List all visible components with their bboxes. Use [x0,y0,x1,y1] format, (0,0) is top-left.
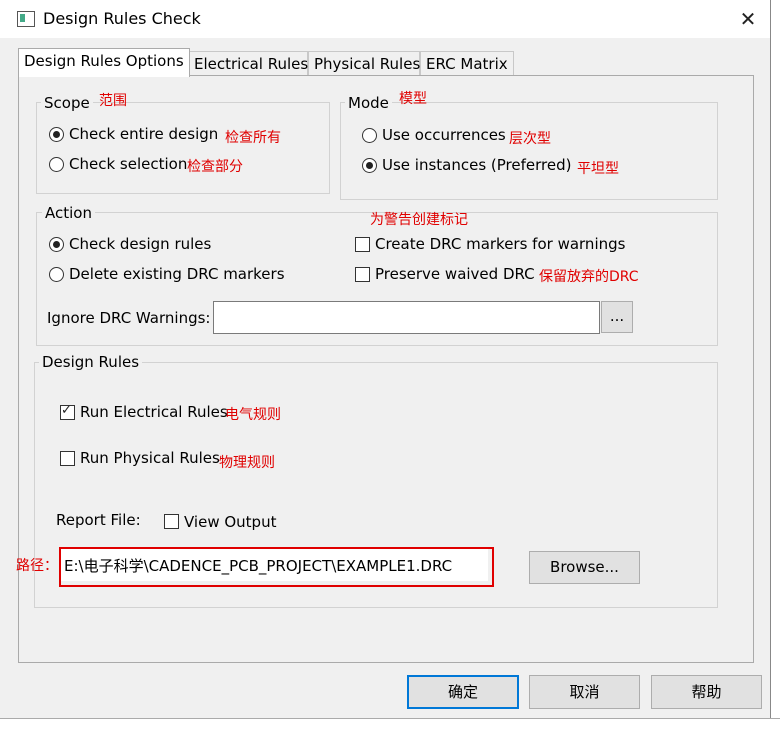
run-electrical-rules-note: 电气规则 [225,407,281,423]
title-bar: Design Rules Check ✕ [0,0,770,38]
check-design-rules-radio[interactable] [49,237,64,252]
background-ruler [0,718,780,729]
scope-note: 范围 [99,93,127,109]
tab-design-rules-options[interactable]: Design Rules Options [18,48,190,77]
app-window-icon [17,11,35,27]
ignore-browse-button[interactable]: ... [601,301,633,333]
mode-note: 模型 [399,91,427,107]
report-file-input[interactable]: E:\电子科学\CADENCE_PCB_PROJECT\EXAMPLE1.DRC [61,549,488,581]
tab-erc-matrix[interactable]: ERC Matrix [420,51,514,76]
use-instances-note: 平坦型 [577,161,619,177]
view-output-checkbox[interactable] [164,514,179,529]
check-selection-label[interactable]: Check selection [69,155,187,173]
check-entire-design-note: 检查所有 [225,130,281,146]
tab-physical-rules[interactable]: Physical Rules [308,51,420,76]
help-button[interactable]: 帮助 [651,675,762,709]
path-note: 路径： [16,558,58,574]
check-design-rules-label[interactable]: Check design rules [69,235,211,253]
mode-group [340,102,718,200]
run-physical-rules-checkbox[interactable] [60,451,75,466]
report-file-label: Report File: [56,511,141,529]
background-canvas [770,0,780,728]
preserve-waived-drc-note: 保留放弃的DRC [539,269,639,285]
run-physical-rules-note: 物理规则 [219,455,275,471]
window-title: Design Rules Check [43,9,201,28]
design-rules-title: Design Rules [39,353,143,371]
use-instances-label[interactable]: Use instances (Preferred) [382,156,571,174]
create-drc-markers-checkbox[interactable] [355,237,370,252]
check-entire-design-label[interactable]: Check entire design [69,125,218,143]
use-occurrences-note: 层次型 [509,131,551,147]
delete-drc-markers-radio[interactable] [49,267,64,282]
tab-electrical-rules[interactable]: Electrical Rules [188,51,308,76]
use-occurrences-radio[interactable] [362,128,377,143]
check-selection-note: 检查部分 [187,159,243,175]
run-physical-rules-label[interactable]: Run Physical Rules [80,449,220,467]
ignore-drc-warnings-label: Ignore DRC Warnings: [47,309,211,327]
report-file-path: E:\电子科学\CADENCE_PCB_PROJECT\EXAMPLE1.DRC [64,557,453,575]
ok-button[interactable]: 确定 [407,675,519,709]
run-electrical-rules-label[interactable]: Run Electrical Rules [80,403,228,421]
check-selection-radio[interactable] [49,157,64,172]
preserve-waived-drc-checkbox[interactable] [355,267,370,282]
scope-title: Scope [41,94,93,112]
design-rules-check-dialog: Design Rules Check ✕ Design Rules Option… [0,0,771,728]
delete-drc-markers-label[interactable]: Delete existing DRC markers [69,265,285,283]
create-markers-note: 为警告创建标记 [370,212,468,228]
use-instances-radio[interactable] [362,158,377,173]
create-drc-markers-label[interactable]: Create DRC markers for warnings [375,235,625,253]
use-occurrences-label[interactable]: Use occurrences [382,126,506,144]
action-title: Action [42,204,95,222]
run-electrical-rules-checkbox[interactable] [60,403,75,420]
view-output-label[interactable]: View Output [184,513,276,531]
ignore-drc-warnings-input[interactable] [213,301,600,334]
mode-title: Mode [345,94,392,112]
cancel-button[interactable]: 取消 [529,675,640,709]
check-entire-design-radio[interactable] [49,127,64,142]
close-button[interactable]: ✕ [730,3,766,35]
preserve-waived-drc-label[interactable]: Preserve waived DRC [375,265,535,283]
scope-group [36,102,330,194]
browse-button[interactable]: Browse... [529,551,640,584]
